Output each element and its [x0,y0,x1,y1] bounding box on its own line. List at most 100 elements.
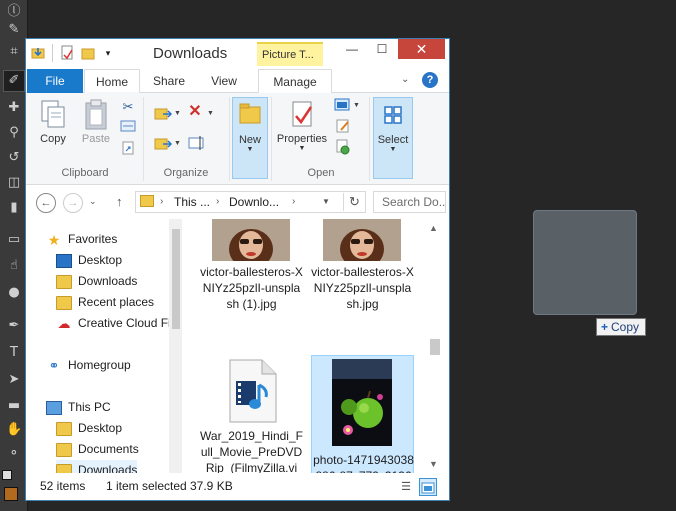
copy-to-icon[interactable] [153,135,173,153]
gradient-tool-icon[interactable]: ▮ [6,200,22,216]
back-button[interactable]: ← [36,193,56,213]
nav-item-downloads[interactable]: Downloads [56,271,137,291]
new-label: New [238,134,261,146]
ribbon-expand-icon[interactable]: ⌄ [401,74,409,85]
copy-label: Copy [40,133,66,145]
crop-tool-icon[interactable]: ⌗ [6,44,22,60]
dodge-tool-icon[interactable]: ● [6,285,22,301]
stamp-tool-icon[interactable]: ⚲ [6,125,22,141]
nav-item-this-pc[interactable]: This PC [46,397,111,417]
paste-shortcut-icon[interactable] [119,140,137,158]
brush-tool-icon[interactable]: ✐ [3,70,25,92]
recent-locations-icon[interactable]: ⌄ [89,196,97,207]
properties-quick-icon[interactable] [59,45,75,61]
file-list-scrollbar[interactable]: ▲ ▼ [426,219,444,473]
edit-icon[interactable] [334,118,352,136]
video-file-icon [226,359,278,423]
delete-dropdown-icon[interactable]: ▼ [207,110,214,117]
nav-scroll-thumb[interactable] [172,229,180,329]
hand-tool-icon[interactable]: ✋ [6,422,22,438]
breadcrumb-separator-icon: › [216,196,220,207]
nav-label: Recent places [78,295,155,309]
tab-manage[interactable]: Manage [258,69,332,93]
nav-item-desktop[interactable]: Desktop [56,250,122,270]
delete-icon[interactable]: ✕ [186,103,204,121]
new-folder-button[interactable]: New ▼ [232,97,268,179]
path-select-icon[interactable]: ➤ [6,372,22,388]
file-item[interactable]: victor-ballesteros-XNIYz25pzlI-unsplash.… [311,219,414,319]
nav-item-recent-places[interactable]: Recent places [56,292,154,312]
pen-tool-icon[interactable]: ✒ [6,318,22,334]
explorer-app-icon[interactable] [30,45,46,61]
address-bar[interactable]: › This ... › Downlo... › ▼ ↻ [135,191,366,213]
scroll-up-icon[interactable]: ▲ [429,223,438,233]
nav-item-pc-downloads[interactable]: Downloads [56,460,138,473]
nav-item-favorites[interactable]: ★ Favorites [46,229,118,249]
file-scroll-thumb[interactable] [430,339,440,355]
foreground-color-swatch[interactable] [2,470,12,480]
refresh-button[interactable]: ↻ [343,193,365,211]
up-button[interactable]: ↑ [116,194,123,209]
move-to-dropdown-icon[interactable]: ▼ [174,110,181,117]
smudge-tool-icon[interactable]: ☝ [6,258,22,274]
history-icon[interactable] [334,139,352,157]
nav-item-homegroup[interactable]: ⚭ Homegroup [46,355,131,375]
minimize-button[interactable]: — [338,39,366,59]
address-dropdown-icon[interactable]: ▼ [322,197,330,206]
marquee-tool-icon[interactable]: ▭ [6,232,22,248]
nav-item-creative-cloud[interactable]: ☁ Creative Cloud Fi [56,313,171,333]
rename-icon[interactable] [188,135,206,153]
drag-ghost-preview [533,210,637,315]
creative-cloud-icon: ☁ [57,315,71,331]
background-color-swatch[interactable] [4,487,18,501]
nav-pane-scrollbar[interactable] [169,219,182,473]
breadcrumb-this-pc[interactable]: This ... [174,195,210,209]
ribbon-separator [229,97,230,181]
tab-home[interactable]: Home [84,69,140,93]
zoom-tool-icon[interactable]: ⚬ [6,446,22,462]
select-button[interactable]: Select ▼ [373,97,413,179]
breadcrumb-downloads[interactable]: Downlo... [229,195,279,209]
search-input[interactable]: Search Do... [373,191,446,213]
customize-quick-access-icon[interactable]: ▾ [100,45,116,61]
tab-view[interactable]: View [198,69,250,93]
file-item[interactable]: victor-ballesteros-XNIYz25pzlI-unsplash … [200,219,303,319]
details-view-icon[interactable]: ☰ [397,478,415,496]
photoshop-toolbar: ⓛ ✎ ⌗ ✐ ✚ ⚲ ↺ ◫ ▮ ▭ ☝ ● ✒ T ➤ ▬ ✋ ⚬ [0,0,28,511]
file-item-selected[interactable]: photo-1471943038886-87c772c31367.jpg [311,355,414,473]
healing-tool-icon[interactable]: ✚ [6,100,22,116]
open-dropdown-icon[interactable]: ▼ [353,102,360,109]
cut-icon[interactable]: ✂ [119,98,137,116]
new-folder-quick-icon[interactable] [80,45,96,61]
maximize-button[interactable]: ☐ [368,39,396,59]
copy-path-icon[interactable] [119,119,137,137]
nav-item-documents[interactable]: Documents [56,439,139,459]
file-item[interactable]: War_2019_Hindi_Full_Movie_PreDVDRip_(Fil… [200,355,303,473]
shape-tool-icon[interactable]: ▬ [6,398,22,414]
tab-file[interactable]: File [27,69,83,93]
properties-button[interactable]: Properties ▼ [274,97,330,163]
eraser-tool-icon[interactable]: ◫ [6,175,22,191]
large-icons-view-icon[interactable] [419,478,437,496]
history-brush-icon[interactable]: ↺ [6,150,22,166]
close-button[interactable]: ✕ [398,39,445,59]
paste-label: Paste [81,133,111,145]
nav-label: Desktop [78,421,123,435]
lasso-tool-icon[interactable]: ⓛ [6,4,22,20]
paste-button[interactable]: Paste [76,97,116,163]
scroll-down-icon[interactable]: ▼ [429,459,438,469]
type-tool-icon[interactable]: T [6,345,22,361]
copy-to-dropdown-icon[interactable]: ▼ [174,140,181,147]
open-with-icon[interactable] [334,97,352,115]
file-name: victor-ballesteros-XNIYz25pzlI-unsplash … [200,265,303,311]
downloads-folder-icon [56,274,72,289]
help-icon[interactable]: ? [422,72,438,88]
tab-share[interactable]: Share [144,69,194,93]
forward-button[interactable]: → [63,193,83,213]
quick-select-icon[interactable]: ✎ [6,22,22,38]
copy-button[interactable]: Copy [33,97,73,163]
quick-access-separator [52,44,53,62]
properties-icon [287,99,317,131]
move-to-icon[interactable] [153,105,173,123]
nav-item-pc-desktop[interactable]: Desktop [56,418,122,438]
